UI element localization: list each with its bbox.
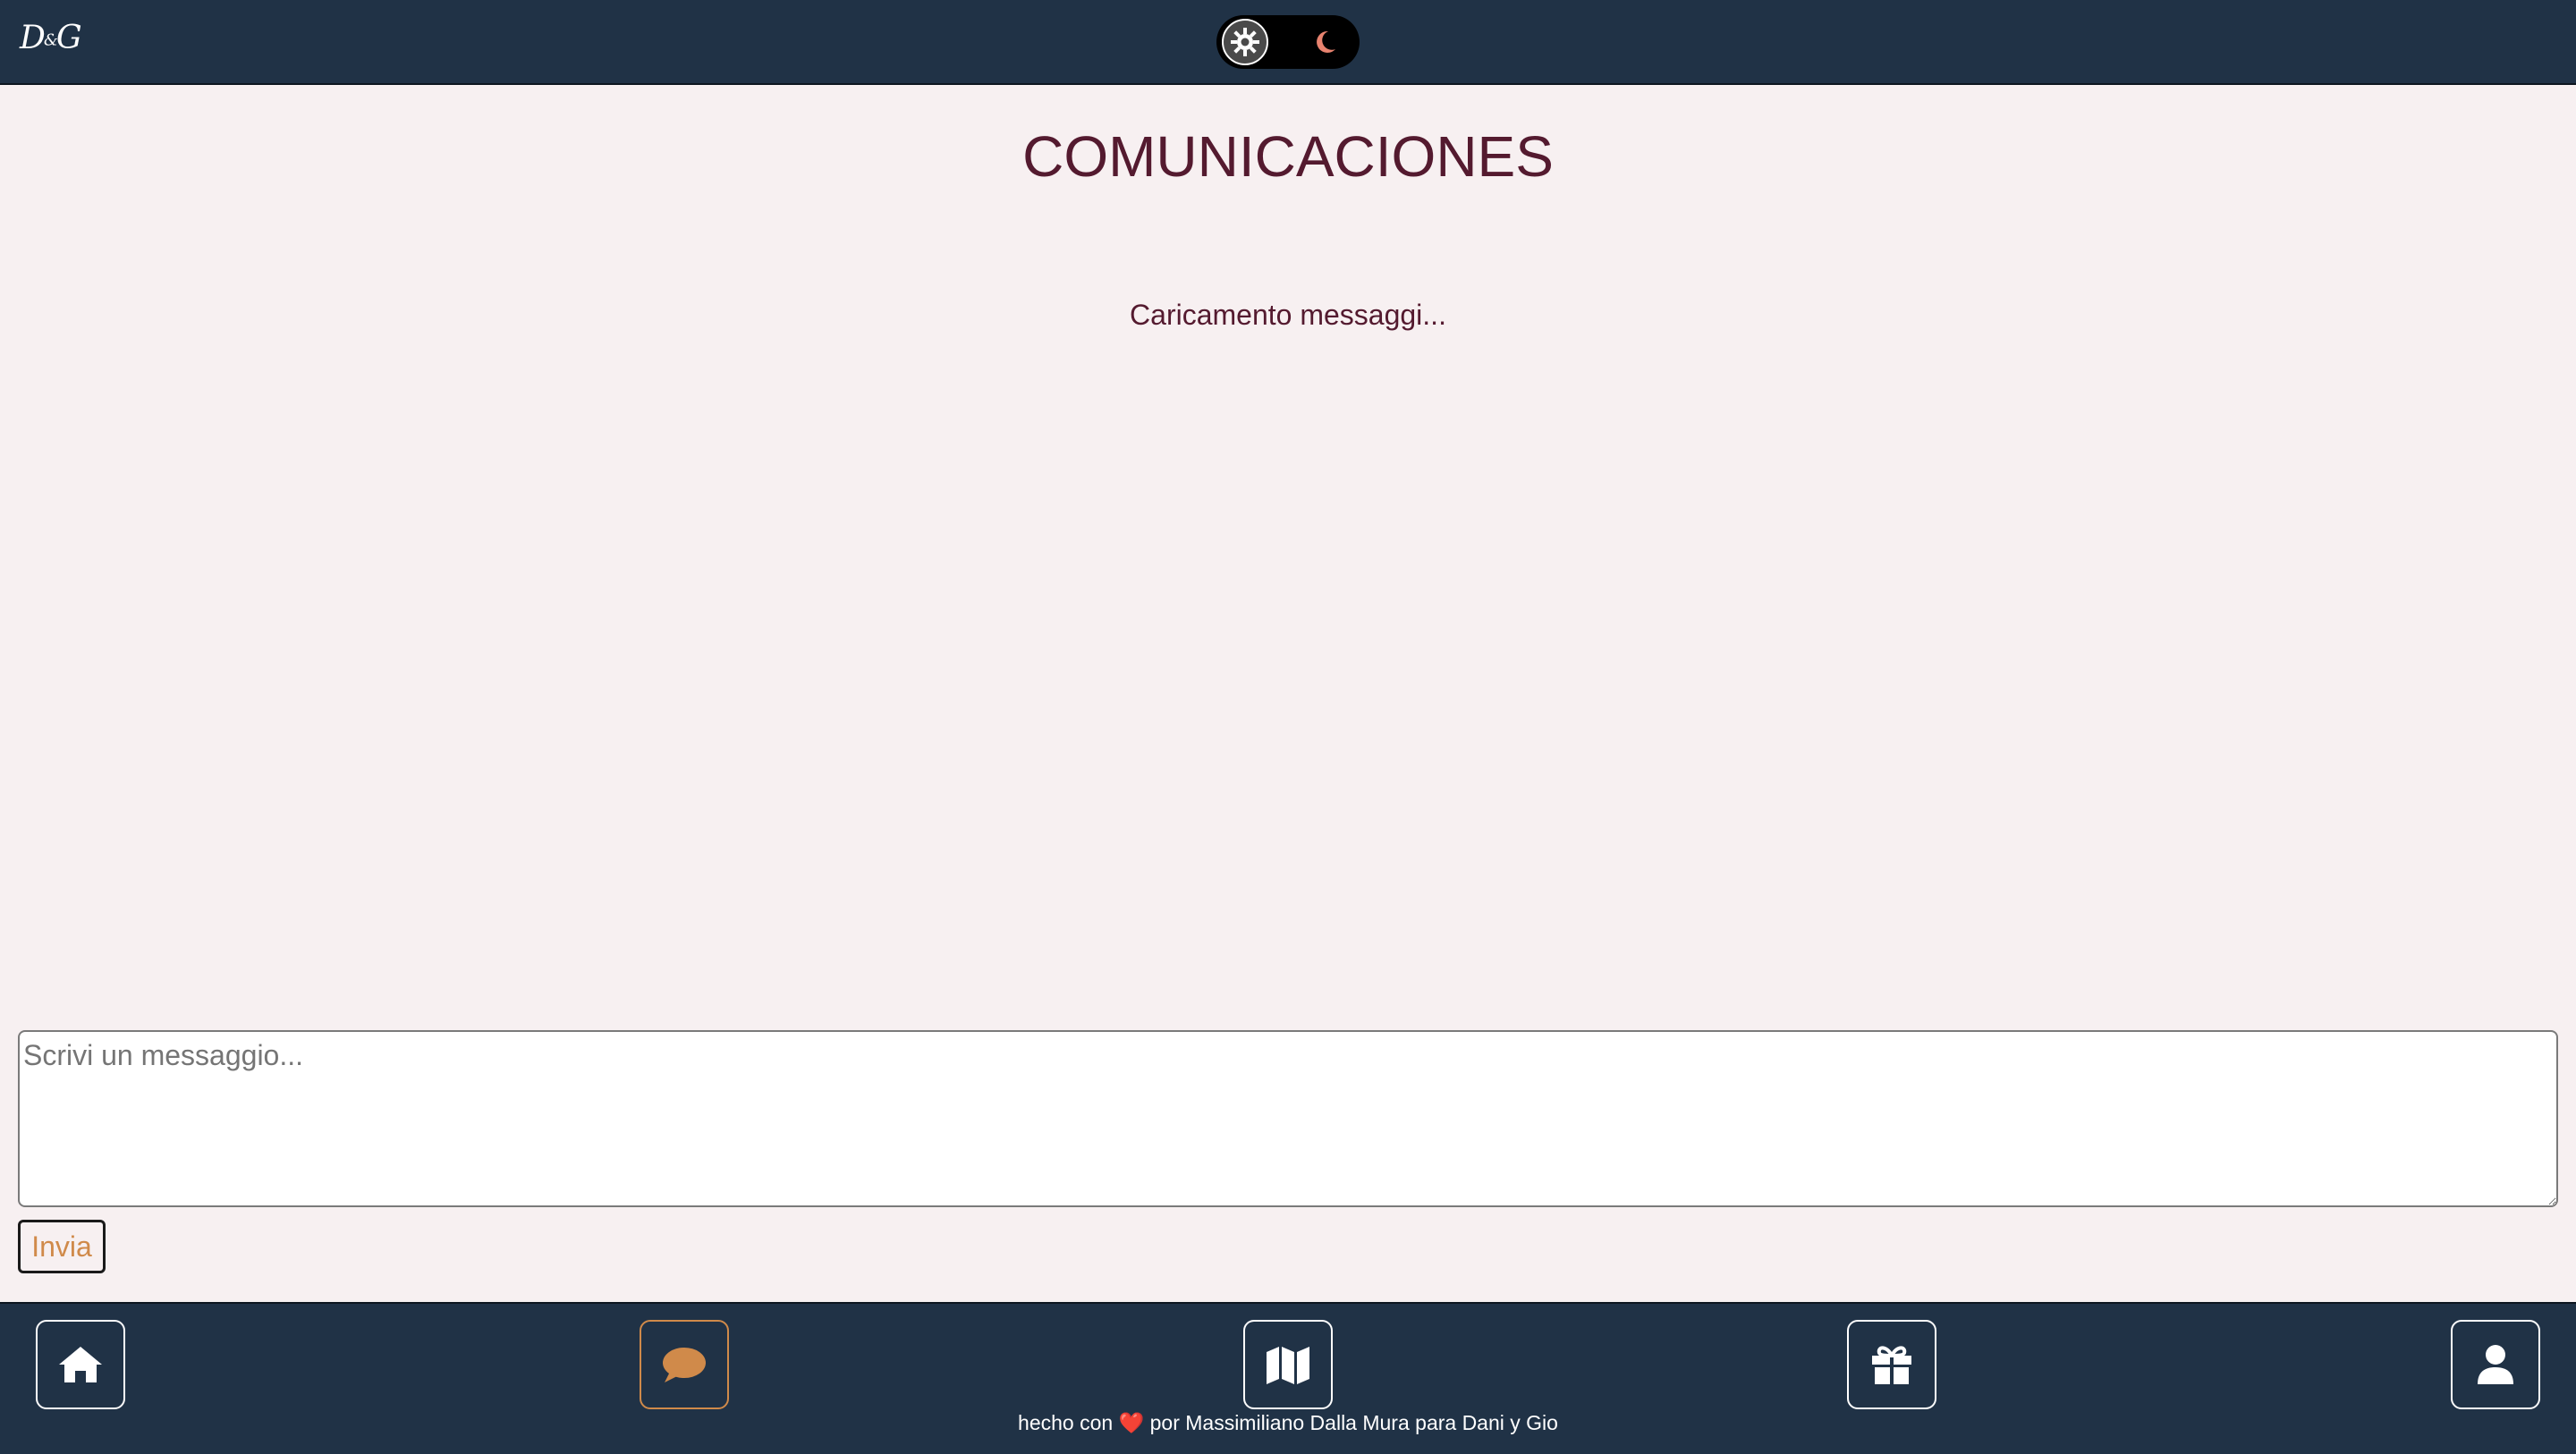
heart-icon: ❤️ [1118,1411,1145,1434]
theme-toggle[interactable] [1216,15,1360,69]
app-logo[interactable]: D&G [20,20,82,56]
nav-home-button[interactable] [36,1320,125,1409]
loading-status: Caricamento messaggi... [1130,299,1446,331]
user-icon [2478,1345,2513,1384]
nav-chat-button[interactable] [640,1320,729,1409]
moon-icon[interactable] [1309,26,1341,58]
gift-icon [1872,1346,1911,1384]
message-input[interactable] [18,1030,2558,1207]
send-button[interactable]: Invia [18,1220,106,1273]
page-title: COMUNICACIONES [1022,124,1554,189]
nav-gift-button[interactable] [1847,1320,1936,1409]
footer-credit: hecho con ❤️ por Massimiliano Dalla Mura… [0,1411,2576,1435]
top-bar: D&G [0,0,2576,85]
nav-map-button[interactable] [1243,1320,1333,1409]
nav-profile-button[interactable] [2451,1320,2540,1409]
credit-suffix: por Massimiliano Dalla Mura para Dani y … [1149,1411,1558,1434]
home-icon [59,1347,102,1382]
sun-gear-icon [1231,28,1259,56]
light-mode-option[interactable] [1222,19,1268,65]
bottom-nav: hecho con ❤️ por Massimiliano Dalla Mura… [0,1302,2576,1454]
credit-prefix: hecho con [1018,1411,1114,1434]
chat-bubble-icon [663,1348,706,1382]
map-icon [1267,1347,1309,1384]
